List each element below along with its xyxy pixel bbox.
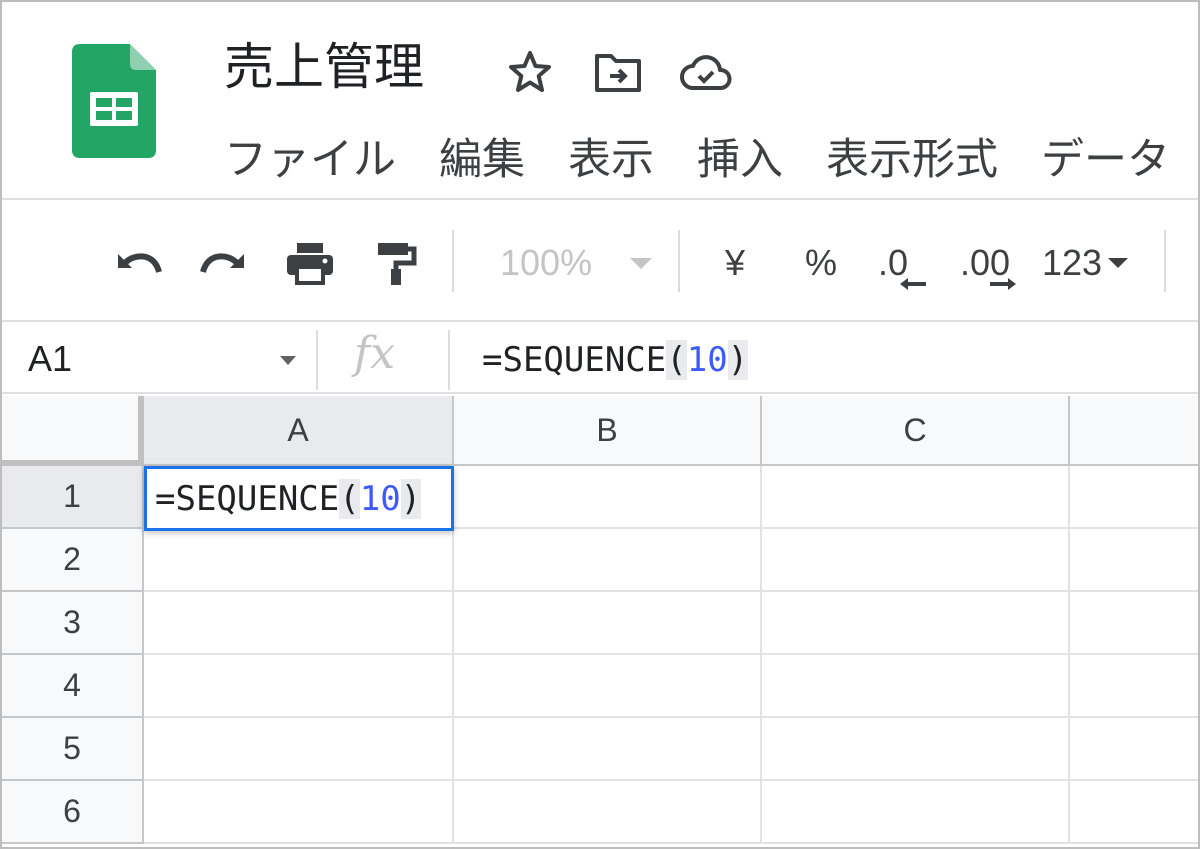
cell-formula-paren-open: (	[339, 479, 360, 519]
formula-input[interactable]: =SEQUENCE(10)	[482, 336, 749, 384]
toolbar-divider	[452, 230, 454, 292]
cell-c5[interactable]	[762, 718, 1070, 781]
cell-b4[interactable]	[454, 655, 762, 718]
formula-bar: A1 fx =SEQUENCE(10)	[2, 324, 1198, 394]
document-title[interactable]: 売上管理	[224, 32, 424, 102]
format-percent-button[interactable]: %	[796, 228, 846, 298]
more-formats-caret-icon	[1108, 258, 1129, 268]
toolbar-divider	[678, 230, 680, 292]
column-header-c[interactable]: C	[762, 396, 1070, 466]
undo-icon[interactable]	[106, 228, 170, 298]
cloud-saved-icon[interactable]	[678, 44, 734, 100]
row-header-2[interactable]: 2	[2, 529, 144, 592]
cell-b2[interactable]	[454, 529, 762, 592]
move-folder-icon[interactable]	[590, 44, 646, 100]
formula-bar-divider	[448, 330, 450, 390]
cell-b3[interactable]	[454, 592, 762, 655]
column-header-b[interactable]: B	[454, 396, 762, 466]
cell-a3[interactable]	[144, 592, 454, 655]
zoom-select[interactable]: 100%	[500, 228, 660, 298]
toolbar: 100% ¥ % .0 .00 123	[2, 202, 1198, 322]
format-currency-button[interactable]: ¥	[708, 228, 762, 298]
sheet-grid: A B C 1 2 3 4 5 6 =SEQUENCE(10)	[2, 396, 1198, 847]
formula-function: =SEQUENCE	[482, 340, 667, 380]
cell-b5[interactable]	[454, 718, 762, 781]
cell-d5[interactable]	[1070, 718, 1198, 781]
cell-c1[interactable]	[762, 466, 1070, 529]
row-header-5[interactable]: 5	[2, 718, 144, 781]
cell-a2[interactable]	[144, 529, 454, 592]
more-formats-label: 123	[1042, 242, 1103, 283]
redo-icon[interactable]	[192, 228, 256, 298]
row-header-1[interactable]: 1	[2, 466, 144, 529]
menu-format[interactable]: 表示形式	[826, 125, 998, 187]
fx-icon: fx	[354, 328, 396, 379]
menu-edit[interactable]: 編集	[439, 125, 525, 187]
cell-formula-argument: 10	[359, 479, 401, 519]
cell-d2[interactable]	[1070, 529, 1198, 592]
column-header-a[interactable]: A	[144, 396, 454, 466]
column-header-d-partial[interactable]	[1070, 396, 1198, 466]
name-box[interactable]: A1	[28, 334, 72, 384]
menu-view[interactable]: 表示	[568, 125, 654, 187]
menu-bar: ファイル 編集 表示 挿入 表示形式 データ	[224, 124, 1198, 188]
cell-d3[interactable]	[1070, 592, 1198, 655]
name-box-caret-icon[interactable]	[280, 356, 296, 365]
menu-file[interactable]: ファイル	[224, 125, 396, 187]
sheets-logo-icon[interactable]	[72, 44, 156, 158]
decrease-decimal-button[interactable]: .0	[876, 228, 936, 298]
arrow-right-icon	[990, 278, 1016, 290]
cell-c3[interactable]	[762, 592, 1070, 655]
formula-paren-open: (	[666, 340, 687, 380]
cell-a5[interactable]	[144, 718, 454, 781]
print-icon[interactable]	[278, 228, 342, 298]
toolbar-divider	[1164, 230, 1166, 292]
cell-d6[interactable]	[1070, 781, 1198, 844]
cell-a4[interactable]	[144, 655, 454, 718]
menu-insert[interactable]: 挿入	[697, 125, 783, 187]
cell-a1-editor[interactable]: =SEQUENCE(10)	[144, 466, 454, 531]
menu-data[interactable]: データ	[1041, 125, 1170, 187]
row-header-3[interactable]: 3	[2, 592, 144, 655]
cell-c6[interactable]	[762, 781, 1070, 844]
title-actions	[502, 42, 766, 102]
spreadsheet-window: 売上管理 ファイル 編集 表示 挿入 表示形式 データ 100% ¥ % .0 …	[0, 0, 1200, 849]
cell-b6[interactable]	[454, 781, 762, 844]
zoom-caret-icon	[630, 257, 653, 269]
cell-formula-function: =SEQUENCE	[155, 479, 340, 519]
select-all-corner[interactable]	[2, 396, 144, 466]
cell-c4[interactable]	[762, 655, 1070, 718]
row-header-6[interactable]: 6	[2, 781, 144, 844]
cell-a6[interactable]	[144, 781, 454, 844]
arrow-left-icon	[900, 278, 926, 290]
cell-b1[interactable]	[454, 466, 762, 529]
cell-formula-paren-close: )	[400, 479, 422, 519]
formula-paren-close: )	[727, 340, 749, 380]
app-header: 売上管理 ファイル 編集 表示 挿入 表示形式 データ	[2, 2, 1198, 200]
more-formats-select[interactable]: 123	[1042, 228, 1129, 298]
formula-argument: 10	[686, 340, 728, 380]
star-icon[interactable]	[502, 44, 558, 100]
paint-format-icon[interactable]	[364, 228, 428, 298]
cell-a1-text: =SEQUENCE(10)	[155, 477, 422, 521]
formula-bar-divider	[316, 330, 318, 390]
cell-d4[interactable]	[1070, 655, 1198, 718]
cell-d1[interactable]	[1070, 466, 1198, 529]
row-header-4[interactable]: 4	[2, 655, 144, 718]
cell-c2[interactable]	[762, 529, 1070, 592]
increase-decimal-button[interactable]: .00	[958, 228, 1026, 298]
zoom-value: 100%	[500, 242, 593, 283]
